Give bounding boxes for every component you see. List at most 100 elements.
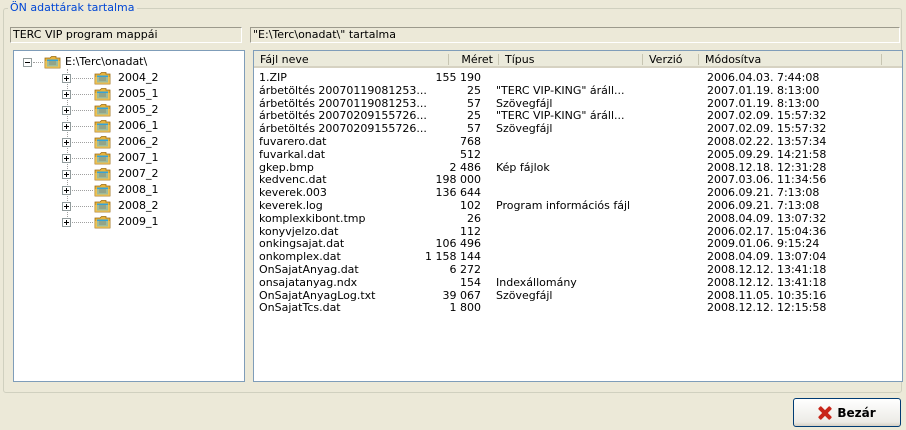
file-row[interactable]: onkomplex.dat 1 158 144 2008.04.09. 13:07:… [254, 250, 902, 263]
tree-folder-node[interactable]: 2005_2 [14, 102, 244, 118]
file-list-header: Fájl neve Méret Típus Verzió Módosítva [254, 51, 902, 68]
file-type: Szövegfájl [496, 96, 553, 110]
tree-connector [72, 110, 93, 111]
file-row[interactable]: konyvjelzo.dat 112 2006.02.17. 15:04:36 [254, 225, 902, 238]
column-header-size[interactable]: Méret [449, 51, 499, 68]
column-header-version[interactable]: Verzió [643, 51, 699, 68]
expand-icon[interactable] [62, 122, 71, 131]
tree-folder-label: 2008_1 [118, 183, 159, 196]
file-size: 112 [460, 224, 481, 238]
file-row[interactable]: keverek.003 136 644 2006.09.21. 7:13:08 [254, 186, 902, 199]
file-type: "TERC VIP-KING" áráll... [496, 109, 625, 123]
tree-folder-label: 2005_1 [118, 87, 159, 100]
file-row[interactable]: árbetöltés 20070209155726... 57 Szövegfájl… [254, 122, 902, 135]
file-modified: 2007.02.09. 15:57:32 [707, 109, 827, 123]
file-row[interactable]: OnSajatAnyagLog.txt 39 067 Szövegfájl 2008.… [254, 289, 902, 302]
expand-icon[interactable] [62, 202, 71, 211]
expand-icon[interactable] [62, 154, 71, 163]
column-separator[interactable] [498, 54, 499, 65]
file-row[interactable]: árbetöltés 20070119081253... 57 Szövegfájl… [254, 97, 902, 110]
file-size: 57 [467, 122, 481, 136]
tree-folder-node[interactable]: 2008_1 [14, 182, 244, 198]
expand-icon[interactable] [62, 90, 71, 99]
file-row[interactable]: árbetöltés 20070119081253... 25 "TERC VIP-… [254, 84, 902, 97]
file-row[interactable]: árbetöltés 20070209155726... 25 "TERC VIP-… [254, 109, 902, 122]
column-header-type[interactable]: Típus [499, 51, 643, 68]
expand-icon[interactable] [62, 170, 71, 179]
file-row[interactable]: keverek.log 102 Program információs fájl 20… [254, 199, 902, 212]
folder-icon [94, 103, 111, 117]
tree-folder-node[interactable]: 2005_1 [14, 86, 244, 102]
folder-contents-header: "E:\Terc\onadat\" tartalma [250, 27, 900, 43]
close-button-label: Bezár [837, 405, 876, 420]
column-separator[interactable] [448, 54, 449, 65]
file-row[interactable]: OnSajatAnyag.dat 6 272 2008.12.12. 13:41:1… [254, 263, 902, 276]
file-modified: 2005.09.29. 14:21:58 [707, 147, 827, 161]
file-row[interactable]: fuvarkal.dat 512 2005.09.29. 14:21:58 [254, 148, 902, 161]
file-row[interactable]: fuvarero.dat 768 2008.02.22. 13:57:34 [254, 135, 902, 148]
file-modified: 2008.12.12. 13:41:18 [707, 275, 827, 289]
file-list[interactable]: Fájl neve Méret Típus Verzió Módosítva 1… [253, 50, 903, 382]
file-modified: 2008.04.09. 13:07:32 [707, 211, 827, 225]
file-size: 154 [460, 275, 481, 289]
file-row[interactable]: kedvenc.dat 198 000 2007.03.06. 11:34:56 [254, 173, 902, 186]
collapse-icon[interactable] [23, 58, 32, 67]
tree-folder-node[interactable]: 2004_2 [14, 70, 244, 86]
tree-folder-label: 2004_2 [118, 71, 159, 84]
file-row[interactable]: 1.ZIP 155 190 2006.04.03. 7:44:08 [254, 71, 902, 84]
file-size: 102 [460, 199, 481, 212]
tree-connector [72, 158, 93, 159]
folders-header: TERC VIP program mappái [10, 27, 242, 43]
tree-folder-node[interactable]: 2007_2 [14, 166, 244, 182]
tree-connector [72, 78, 93, 79]
file-name: OnSajatTcs.dat [259, 301, 341, 315]
file-row[interactable]: onkingsajat.dat 106 496 2009.01.06. 9:15:2… [254, 237, 902, 250]
expand-icon[interactable] [62, 138, 71, 147]
file-type: Indexállomány [496, 275, 577, 289]
tree-connector [72, 190, 93, 191]
close-button[interactable]: Bezár [793, 398, 901, 427]
folder-icon [94, 135, 111, 149]
file-name: onkingsajat.dat [259, 237, 345, 251]
tree-connector [72, 142, 93, 143]
column-separator[interactable] [642, 54, 643, 65]
file-size: 106 496 [435, 237, 482, 251]
file-row[interactable]: OnSajatTcs.dat 1 800 2008.12.12. 12:15:58 [254, 301, 902, 314]
column-header-name[interactable]: Fájl neve [254, 51, 449, 68]
tree-root-label: E:\Terc\onadat\ [65, 55, 148, 68]
column-separator[interactable] [881, 54, 882, 65]
file-name: árbetöltés 20070209155726... [259, 109, 427, 123]
folder-icon [94, 119, 111, 133]
file-name: komplexkibont.tmp [259, 211, 366, 225]
column-header-modified[interactable]: Módosítva [699, 51, 882, 68]
file-size: 25 [467, 109, 481, 123]
tree-folder-node[interactable]: 2009_1 [14, 214, 244, 230]
file-row[interactable]: komplexkibont.tmp 26 2008.04.09. 13:07:32 [254, 212, 902, 225]
tree-folder-node[interactable]: 2006_2 [14, 134, 244, 150]
file-name: OnSajatAnyag.dat [259, 263, 359, 276]
tree-connector [72, 94, 93, 95]
file-name: 1.ZIP [259, 71, 287, 84]
expand-icon[interactable] [62, 106, 71, 115]
expand-icon[interactable] [62, 74, 71, 83]
tree-folder-label: 2007_2 [118, 167, 159, 180]
column-separator[interactable] [698, 54, 699, 65]
expand-icon[interactable] [62, 186, 71, 195]
tree-root-node[interactable]: E:\Terc\onadat\ [14, 54, 244, 70]
folder-tree[interactable]: E:\Terc\onadat\ 2004_2 2005_1 2005_2 2006_1 2… [13, 50, 245, 382]
expand-icon[interactable] [62, 218, 71, 227]
folder-icon [94, 167, 111, 181]
file-name: keverek.003 [259, 186, 327, 200]
tree-folder-label: 2008_2 [118, 199, 159, 212]
file-name: konyvjelzo.dat [259, 224, 339, 238]
tree-folder-node[interactable]: 2007_1 [14, 150, 244, 166]
file-modified: 2008.02.22. 13:57:34 [707, 135, 827, 148]
file-size: 198 000 [435, 173, 482, 187]
tree-folder-node[interactable]: 2008_2 [14, 198, 244, 214]
tree-connector [33, 62, 43, 63]
file-row[interactable]: gkep.bmp 2 486 Kép fájlok 2008.12.18. 12:31… [254, 161, 902, 174]
file-row[interactable]: onsajatanyag.ndx 154 Indexállomány 2008.12.… [254, 276, 902, 289]
tree-folder-label: 2009_1 [118, 215, 159, 228]
tree-folder-node[interactable]: 2006_1 [14, 118, 244, 134]
file-type: Kép fájlok [496, 160, 550, 174]
